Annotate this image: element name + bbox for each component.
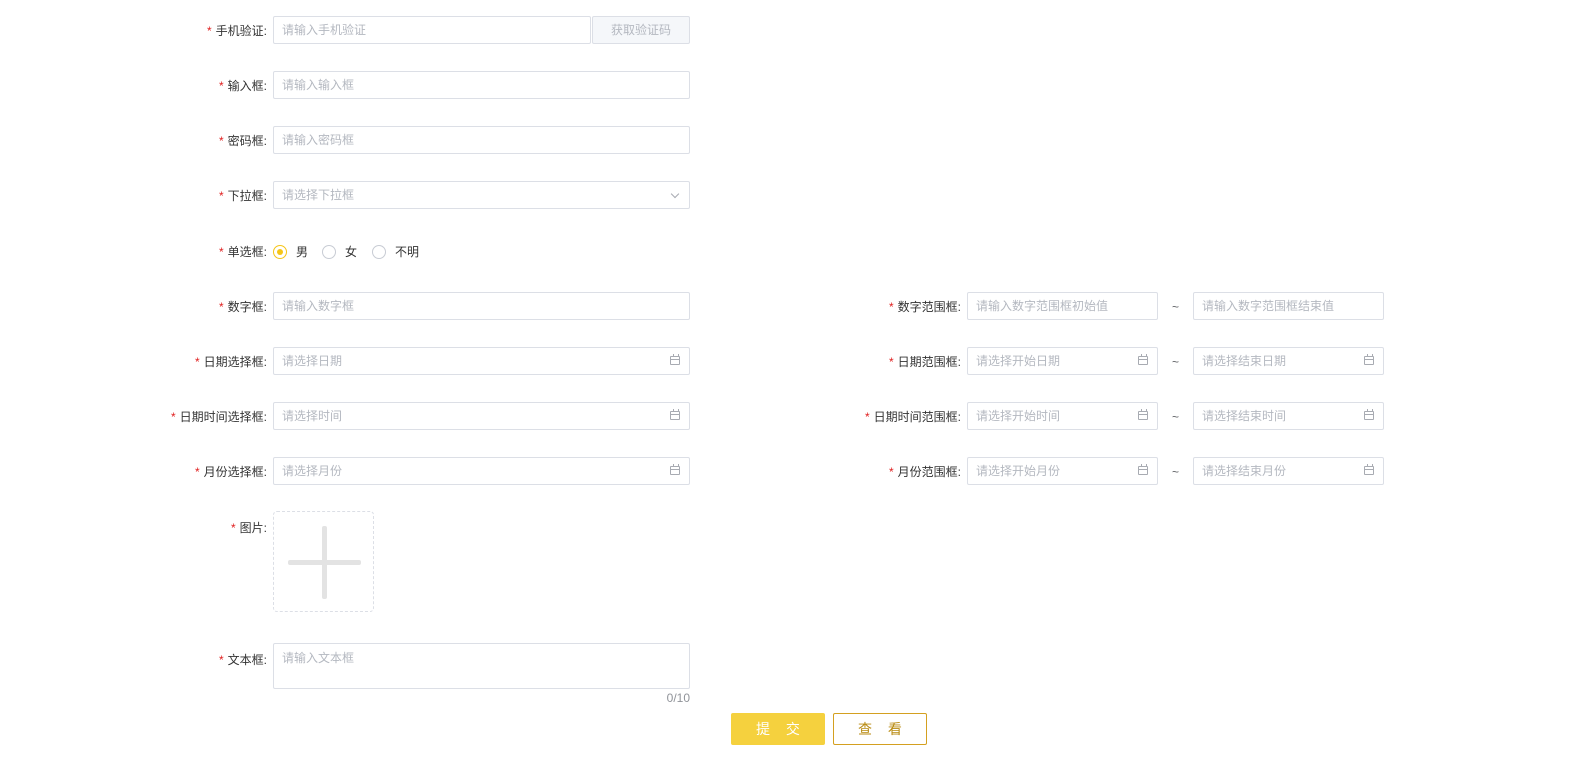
required-mark: *: [218, 653, 224, 667]
select-label: * 下拉框:: [218, 189, 267, 203]
datetime-range-start-placeholder: 请选择开始时间: [976, 409, 1061, 423]
calendar-icon: [1364, 409, 1374, 420]
month-picker-input[interactable]: 请选择月份: [273, 457, 690, 485]
range-separator: ~: [1172, 300, 1180, 314]
required-mark: *: [218, 300, 224, 314]
datetime-label: * 日期时间选择框:: [170, 410, 267, 424]
required-mark: *: [170, 410, 176, 424]
date-range-start-placeholder: 请选择开始日期: [976, 354, 1061, 368]
calendar-icon: [1364, 464, 1374, 475]
submit-button[interactable]: 提 交: [731, 713, 825, 745]
range-separator: ~: [1172, 465, 1180, 479]
required-mark: *: [864, 410, 870, 424]
calendar-icon: [670, 464, 680, 475]
number-range-start-placeholder: 请输入数字范围框初始值: [976, 299, 1109, 313]
view-button[interactable]: 查 看: [833, 713, 927, 745]
number-placeholder: 请输入数字框: [282, 299, 355, 313]
textarea-label: * 文本框:: [218, 653, 267, 667]
image-label: * 图片:: [230, 521, 267, 535]
number-range-start-input[interactable]: 请输入数字范围框初始值: [967, 292, 1158, 320]
plus-icon-vertical: [322, 526, 327, 599]
text-input-placeholder: 请输入输入框: [282, 78, 355, 92]
month-placeholder: 请选择月份: [282, 464, 343, 478]
required-mark: *: [230, 521, 236, 535]
required-mark: *: [218, 245, 224, 259]
radio-unknown[interactable]: [372, 245, 386, 259]
datetime-range-end-input[interactable]: 请选择结束时间: [1193, 402, 1384, 430]
number-range-end-placeholder: 请输入数字范围框结束值: [1202, 299, 1335, 313]
phone-verify-placeholder: 请输入手机验证: [282, 23, 367, 37]
phone-verify-input[interactable]: 请输入手机验证: [273, 16, 591, 44]
month-label: * 月份选择框:: [194, 465, 267, 479]
datetime-range-label: * 日期时间范围框:: [864, 410, 961, 424]
required-mark: *: [206, 24, 212, 38]
phone-verify-label: * 手机验证:: [206, 24, 267, 38]
month-range-end-input[interactable]: 请选择结束月份: [1193, 457, 1384, 485]
text-input[interactable]: 请输入输入框: [273, 71, 690, 99]
date-picker-input[interactable]: 请选择日期: [273, 347, 690, 375]
range-separator: ~: [1172, 355, 1180, 369]
radio-unknown-label[interactable]: 不明: [395, 245, 419, 259]
input-label: * 输入框:: [218, 79, 267, 93]
password-label: * 密码框:: [218, 134, 267, 148]
month-range-start-placeholder: 请选择开始月份: [976, 464, 1061, 478]
number-range-label: * 数字范围框:: [888, 300, 961, 314]
textarea-counter: 0/10: [666, 691, 690, 705]
password-input[interactable]: 请输入密码框: [273, 126, 690, 154]
required-mark: *: [888, 355, 894, 369]
image-upload[interactable]: [273, 511, 374, 612]
required-mark: *: [888, 465, 894, 479]
required-mark: *: [888, 300, 894, 314]
calendar-icon: [670, 354, 680, 365]
month-range-end-placeholder: 请选择结束月份: [1202, 464, 1287, 478]
required-mark: *: [194, 465, 200, 479]
date-range-end-placeholder: 请选择结束日期: [1202, 354, 1287, 368]
required-mark: *: [218, 79, 224, 93]
radio-female-label[interactable]: 女: [345, 245, 357, 259]
calendar-icon: [1138, 354, 1148, 365]
datetime-range-start-input[interactable]: 请选择开始时间: [967, 402, 1158, 430]
number-input[interactable]: 请输入数字框: [273, 292, 690, 320]
radio-male[interactable]: [273, 245, 287, 259]
calendar-icon: [1138, 409, 1148, 420]
calendar-icon: [1138, 464, 1148, 475]
month-range-start-input[interactable]: 请选择开始月份: [967, 457, 1158, 485]
calendar-icon: [1364, 354, 1374, 365]
required-mark: *: [194, 355, 200, 369]
date-label: * 日期选择框:: [194, 355, 267, 369]
month-range-label: * 月份范围框:: [888, 465, 961, 479]
required-mark: *: [218, 134, 224, 148]
datetime-range-end-placeholder: 请选择结束时间: [1202, 409, 1287, 423]
textarea-placeholder: 请输入文本框: [282, 651, 355, 665]
number-range-end-input[interactable]: 请输入数字范围框结束值: [1193, 292, 1384, 320]
range-separator: ~: [1172, 410, 1180, 424]
textarea-input[interactable]: 请输入文本框: [273, 643, 690, 689]
date-range-start-input[interactable]: 请选择开始日期: [967, 347, 1158, 375]
radio-female[interactable]: [322, 245, 336, 259]
select-input[interactable]: 请选择下拉框: [273, 181, 690, 209]
chevron-down-icon: [670, 189, 680, 199]
select-placeholder: 请选择下拉框: [282, 188, 355, 202]
number-label: * 数字框:: [218, 300, 267, 314]
radio-label: * 单选框:: [218, 245, 267, 259]
password-placeholder: 请输入密码框: [282, 133, 355, 147]
get-code-button[interactable]: 获取验证码: [592, 16, 690, 44]
date-range-label: * 日期范围框:: [888, 355, 961, 369]
datetime-placeholder: 请选择时间: [282, 409, 343, 423]
required-mark: *: [218, 189, 224, 203]
datetime-picker-input[interactable]: 请选择时间: [273, 402, 690, 430]
date-range-end-input[interactable]: 请选择结束日期: [1193, 347, 1384, 375]
calendar-icon: [670, 409, 680, 420]
date-placeholder: 请选择日期: [282, 354, 343, 368]
radio-male-label[interactable]: 男: [296, 245, 308, 259]
